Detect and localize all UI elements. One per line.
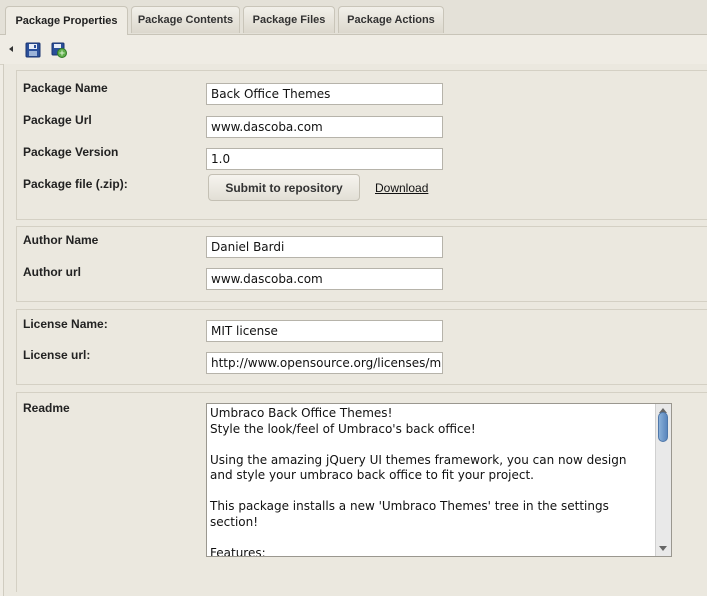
tab-package-contents[interactable]: Package Contents (131, 6, 240, 33)
package-version-label: Package Version (23, 145, 119, 159)
submit-to-repository-button[interactable]: Submit to repository (208, 174, 360, 201)
toolbar-handle-arrow-icon (9, 46, 13, 52)
package-name-field[interactable]: Back Office Themes (206, 83, 443, 105)
save-publish-icon[interactable] (51, 42, 67, 58)
readme-text: Umbraco Back Office Themes! Style the lo… (210, 406, 627, 557)
author-url-field[interactable]: www.dascoba.com (206, 268, 443, 290)
tab-package-actions[interactable]: Package Actions (338, 6, 444, 33)
properties-panel: Package Name Back Office Themes Package … (3, 64, 707, 596)
toolbar (0, 35, 707, 65)
author-section: Author Name Daniel Bardi Author url www.… (16, 226, 707, 302)
license-section: License Name: MIT license License url: h… (16, 309, 707, 385)
package-name-label: Package Name (23, 81, 108, 95)
author-name-field[interactable]: Daniel Bardi (206, 236, 443, 258)
readme-textarea[interactable]: Umbraco Back Office Themes! Style the lo… (206, 403, 672, 557)
package-file-label: Package file (.zip): (23, 177, 128, 191)
tab-bar: Package Properties Package Contents Pack… (0, 0, 707, 35)
license-url-field[interactable]: http://www.opensource.org/licenses/mit-l… (206, 352, 443, 374)
download-link[interactable]: Download (375, 181, 428, 195)
tab-package-properties[interactable]: Package Properties (5, 6, 128, 35)
package-url-field[interactable]: www.dascoba.com (206, 116, 443, 138)
readme-scrollbar[interactable] (655, 404, 671, 556)
package-section: Package Name Back Office Themes Package … (16, 70, 707, 220)
package-url-label: Package Url (23, 113, 92, 127)
license-name-field[interactable]: MIT license (206, 320, 443, 342)
author-name-label: Author Name (23, 233, 99, 247)
save-icon[interactable] (25, 42, 41, 58)
license-url-label: License url: (23, 348, 91, 362)
readme-section: Readme Umbraco Back Office Themes! Style… (16, 392, 707, 592)
license-name-label: License Name: (23, 317, 108, 331)
tab-package-files[interactable]: Package Files (243, 6, 335, 33)
readme-label: Readme (23, 401, 70, 415)
package-version-field[interactable]: 1.0 (206, 148, 443, 170)
scroll-thumb[interactable] (658, 412, 668, 442)
author-url-label: Author url (23, 265, 81, 279)
scroll-down-arrow-icon[interactable] (659, 546, 667, 551)
